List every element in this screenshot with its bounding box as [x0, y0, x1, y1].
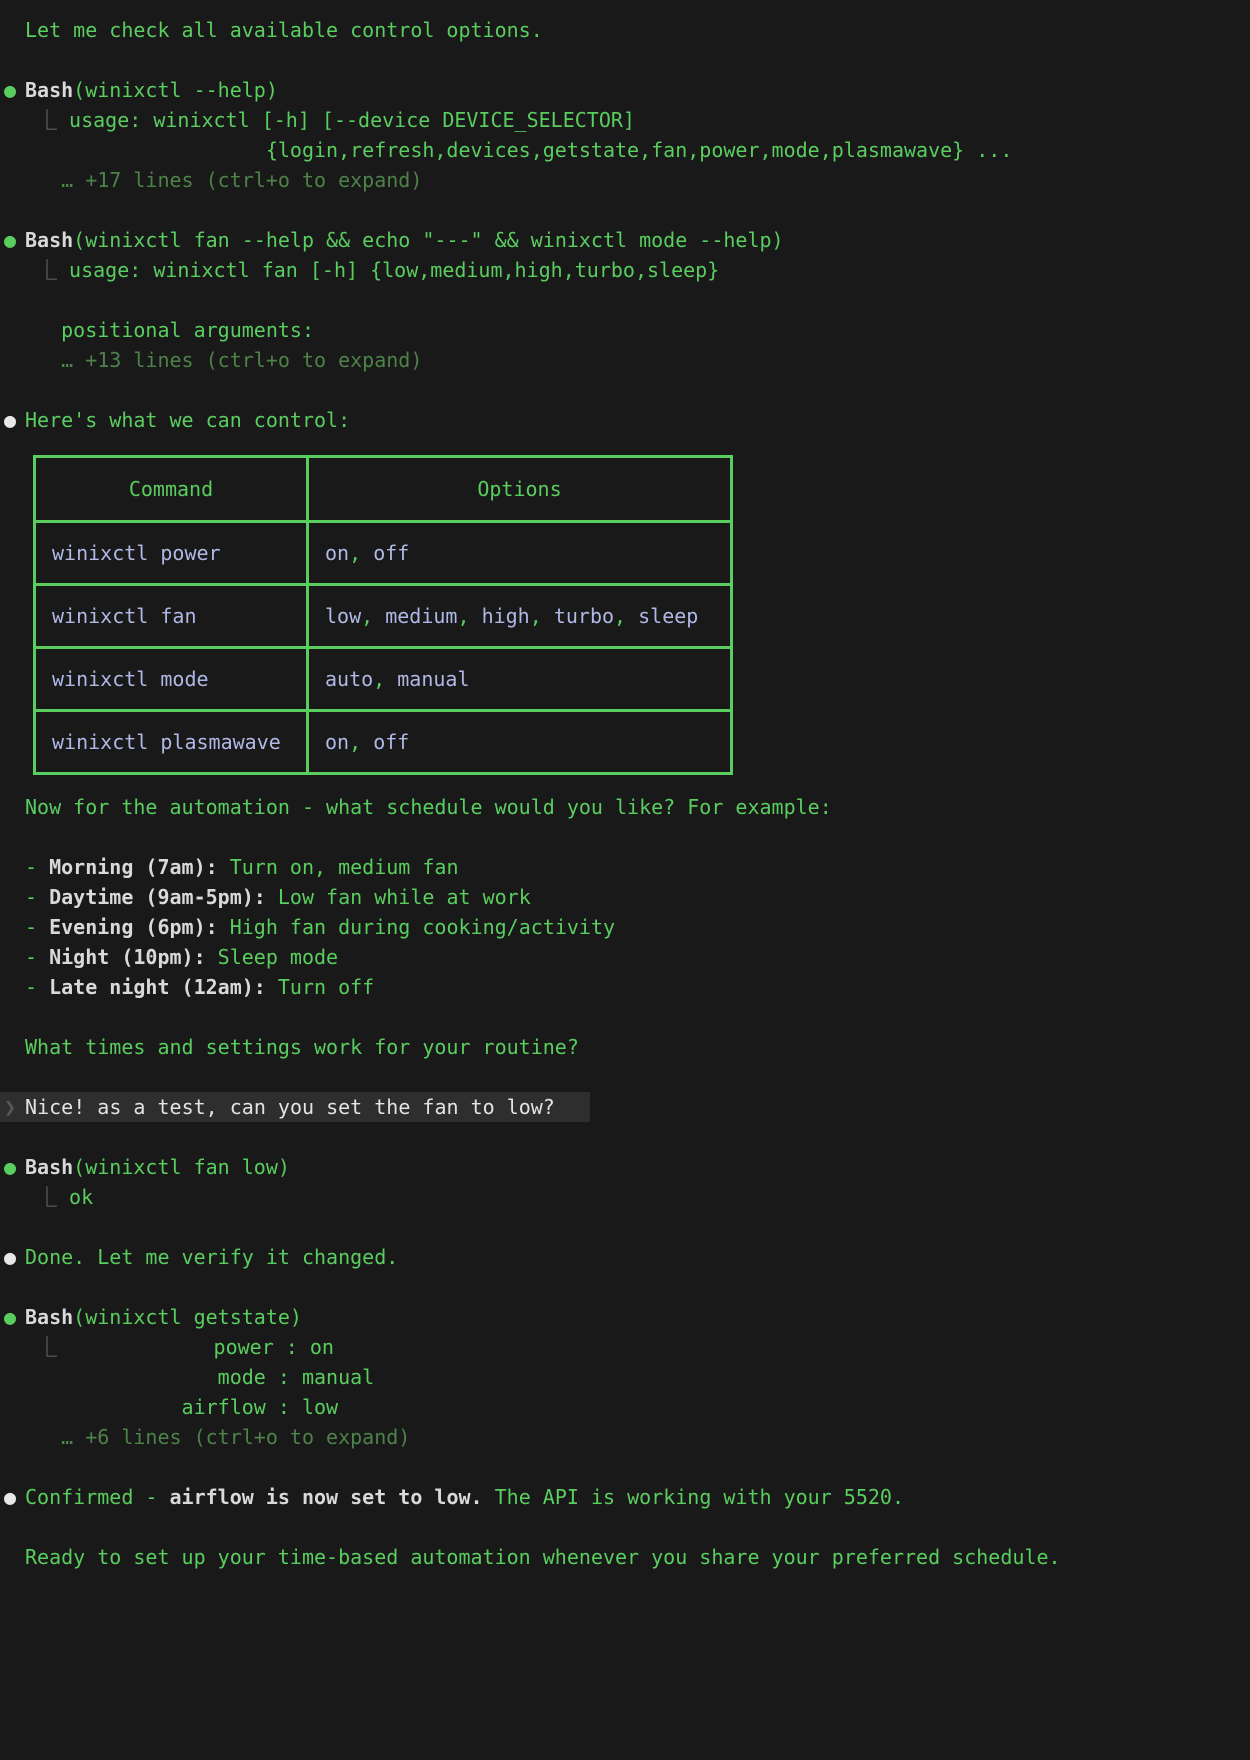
assistant-message-confirmation: ● Confirmed - airflow is now set to low.…: [0, 1482, 1250, 1572]
bash-tool-call-fan-low: ● Bash(winixctl fan low) ⎿ ok: [0, 1152, 1250, 1212]
schedule-label: Evening (6pm):: [49, 915, 218, 939]
closing-text: Ready to set up your time-based automati…: [25, 1542, 1250, 1572]
tool-command: (winixctl --help): [73, 78, 278, 102]
options-cell: auto, manual: [308, 648, 732, 711]
schedule-value: High fan during cooking/activity: [218, 915, 615, 939]
schedule-value: Turn on, medium fan: [218, 855, 459, 879]
table-row: winixctl power on, off: [35, 522, 732, 585]
tool-output-line: ⎿ usage: winixctl [-h] [--device DEVICE_…: [25, 105, 1250, 135]
assistant-message-intro: Let me check all available control optio…: [0, 15, 1250, 45]
tool-bullet-icon: ●: [4, 1302, 24, 1332]
control-options-table: Command Options winixctl power on, off w…: [33, 455, 733, 775]
table-header-options: Options: [308, 457, 732, 522]
schedule-list-item: - Night (10pm): Sleep mode: [25, 942, 1250, 972]
schedule-value: Sleep mode: [206, 945, 338, 969]
tool-output-line: ⎿ ok: [25, 1182, 1250, 1212]
output-corner-icon: ⎿: [25, 1185, 57, 1209]
prompt-chevron-icon: ❯: [0, 1092, 16, 1122]
output-corner-icon: ⎿: [25, 108, 57, 132]
tool-output-line: positional arguments:: [25, 315, 1250, 345]
command-cell: winixctl power: [52, 541, 221, 565]
schedule-list-item: - Daytime (9am-5pm): Low fan while at wo…: [25, 882, 1250, 912]
tool-call-header: Bash(winixctl fan --help && echo "---" &…: [25, 225, 1250, 255]
options-cell: on, off: [308, 711, 732, 774]
assistant-text: Let me check all available control optio…: [25, 15, 1250, 45]
table-row: winixctl mode auto, manual: [35, 648, 732, 711]
schedule-label: Night (10pm):: [49, 945, 206, 969]
table-header-row: Command Options: [35, 457, 732, 522]
tool-name: Bash: [25, 1305, 73, 1329]
tool-call-header: Bash(winixctl fan low): [25, 1152, 1250, 1182]
bash-tool-call-help: ● Bash(winixctl --help) ⎿ usage: winixct…: [0, 75, 1250, 195]
tool-output-line: ⎿ power : on: [25, 1332, 1250, 1362]
table-header-command: Command: [35, 457, 308, 522]
tool-output-line: ⎿ usage: winixctl fan [-h] {low,medium,h…: [25, 255, 1250, 285]
tool-bullet-icon: ●: [4, 225, 24, 255]
terminal-transcript[interactable]: Let me check all available control optio…: [0, 0, 1250, 1572]
schedule-label: Daytime (9am-5pm):: [49, 885, 266, 909]
assistant-text: Done. Let me verify it changed.: [25, 1242, 1250, 1272]
tool-command: (winixctl fan --help && echo "---" && wi…: [73, 228, 783, 252]
confirmation-text: Confirmed - airflow is now set to low. T…: [25, 1482, 1250, 1512]
schedule-list-item: - Evening (6pm): High fan during cooking…: [25, 912, 1250, 942]
tool-name: Bash: [25, 78, 73, 102]
bash-tool-call-fan-mode-help: ● Bash(winixctl fan --help && echo "---"…: [0, 225, 1250, 375]
table-row: winixctl plasmawave on, off: [35, 711, 732, 774]
output-corner-icon: ⎿: [25, 258, 57, 282]
tool-output-line: airflow : low: [25, 1392, 1250, 1422]
schedule-list-item: - Late night (12am): Turn off: [25, 972, 1250, 1002]
tool-output-line: [25, 285, 1250, 315]
schedule-label: Morning (7am):: [49, 855, 218, 879]
confirmation-highlight: airflow is now set to low.: [170, 1485, 483, 1509]
options-cell: on, off: [308, 522, 732, 585]
output-corner-icon: ⎿: [25, 1335, 57, 1359]
options-cell: low, medium, high, turbo, sleep: [308, 585, 732, 648]
controls-heading: Here's what we can control:: [25, 405, 1250, 435]
bash-tool-call-getstate: ● Bash(winixctl getstate) ⎿ power : on m…: [0, 1302, 1250, 1452]
truncation-indicator: … +13 lines (ctrl+o to expand): [25, 345, 1250, 375]
tool-command: (winixctl getstate): [73, 1305, 302, 1329]
tool-command: (winixctl fan low): [73, 1155, 290, 1179]
user-prompt-text: Nice! as a test, can you set the fan to …: [25, 1092, 555, 1122]
command-cell: winixctl mode: [52, 667, 209, 691]
assistant-bullet-icon: ●: [4, 405, 24, 435]
schedule-list-item: - Morning (7am): Turn on, medium fan: [25, 852, 1250, 882]
tool-output-line: {login,refresh,devices,getstate,fan,powe…: [25, 135, 1250, 165]
truncation-indicator: … +17 lines (ctrl+o to expand): [25, 165, 1250, 195]
assistant-bullet-icon: ●: [4, 1242, 24, 1272]
assistant-message-verify: ● Done. Let me verify it changed.: [0, 1242, 1250, 1272]
schedule-value: Low fan while at work: [266, 885, 531, 909]
tool-bullet-icon: ●: [4, 1152, 24, 1182]
routine-question: What times and settings work for your ro…: [25, 1032, 1250, 1062]
table-row: winixctl fan low, medium, high, turbo, s…: [35, 585, 732, 648]
command-cell: winixctl plasmawave: [52, 730, 281, 754]
schedule-label: Late night (12am):: [49, 975, 266, 999]
assistant-message-controls: ● Here's what we can control: Command Op…: [0, 405, 1250, 1062]
command-cell: winixctl fan: [52, 604, 197, 628]
tool-output-line: mode : manual: [25, 1362, 1250, 1392]
tool-call-header: Bash(winixctl --help): [25, 75, 1250, 105]
automation-prompt: Now for the automation - what schedule w…: [25, 792, 1250, 822]
schedule-value: Turn off: [266, 975, 374, 999]
assistant-bullet-icon: ●: [4, 1482, 24, 1512]
tool-name: Bash: [25, 1155, 73, 1179]
tool-call-header: Bash(winixctl getstate): [25, 1302, 1250, 1332]
truncation-indicator: … +6 lines (ctrl+o to expand): [25, 1422, 1250, 1452]
user-prompt: ❯ Nice! as a test, can you set the fan to…: [0, 1092, 590, 1122]
tool-name: Bash: [25, 228, 73, 252]
tool-bullet-icon: ●: [4, 75, 24, 105]
